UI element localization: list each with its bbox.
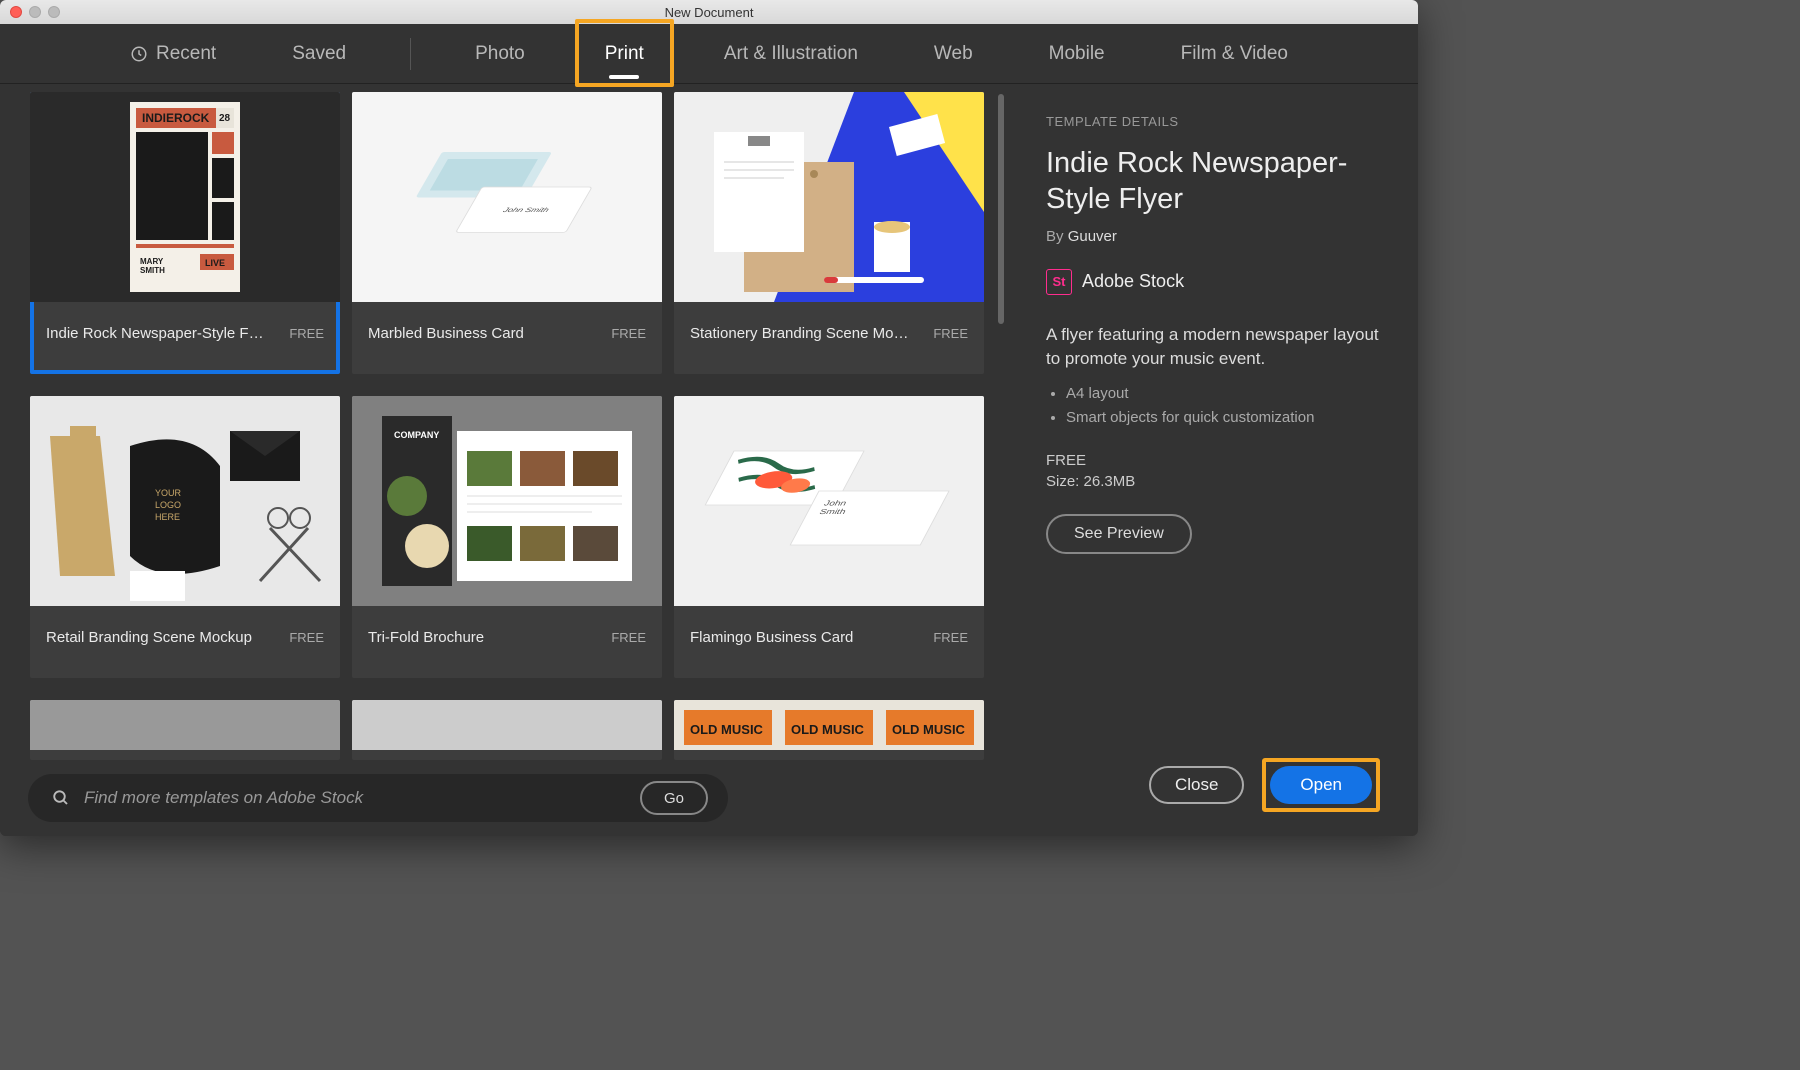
tab-label: Art & Illustration: [724, 43, 858, 65]
details-footer: Close Open: [1149, 758, 1380, 812]
template-title: Indie Rock Newspaper-Style Flyer: [46, 325, 266, 342]
tab-label: Photo: [475, 43, 525, 65]
search-bar: Find more templates on Adobe Stock Go: [0, 760, 1008, 836]
details-label: TEMPLATE DETAILS: [1046, 114, 1380, 129]
template-thumb: [30, 700, 340, 750]
template-card[interactable]: John Smith Flamingo Business Card FREE: [674, 396, 984, 678]
template-card[interactable]: INDIEROCK 28 MARY SMITH: [30, 92, 340, 374]
tab-print[interactable]: Print: [593, 37, 656, 71]
details-author: By Guuver: [1046, 228, 1380, 245]
details-bullets: A4 layout Smart objects for quick custom…: [1046, 382, 1380, 430]
template-thumb: John Smith: [674, 396, 984, 606]
search-field[interactable]: Find more templates on Adobe Stock Go: [28, 774, 728, 822]
open-button-highlight: Open: [1262, 758, 1380, 812]
template-details-panel: TEMPLATE DETAILS Indie Rock Newspaper-St…: [1008, 84, 1418, 836]
tab-separator: [410, 38, 411, 70]
template-thumb: [352, 700, 662, 750]
search-icon: [52, 789, 70, 807]
template-card[interactable]: [352, 700, 662, 760]
minimize-window-icon: [29, 6, 41, 18]
tab-label: Print: [605, 43, 644, 65]
go-button[interactable]: Go: [640, 781, 708, 815]
adobe-stock-row[interactable]: St Adobe Stock: [1046, 269, 1380, 295]
template-card[interactable]: Stationery Branding Scene Mock… FREE: [674, 92, 984, 374]
bullet-item: A4 layout: [1066, 382, 1380, 406]
window-title: New Document: [665, 5, 754, 20]
svg-text:Smith: Smith: [818, 508, 848, 516]
tab-recent[interactable]: Recent: [118, 37, 228, 71]
traffic-lights: [10, 6, 60, 18]
open-button[interactable]: Open: [1270, 766, 1372, 804]
svg-text:28: 28: [219, 113, 231, 124]
tab-art-illustration[interactable]: Art & Illustration: [712, 37, 870, 71]
template-title: Tri-Fold Brochure: [368, 629, 484, 646]
tab-mobile[interactable]: Mobile: [1037, 37, 1117, 71]
tab-label: Mobile: [1049, 43, 1105, 65]
search-placeholder: Find more templates on Adobe Stock: [84, 788, 626, 808]
template-title: Flamingo Business Card: [690, 629, 853, 646]
bullet-item: Smart objects for quick customization: [1066, 406, 1380, 430]
template-card[interactable]: YOUR LOGO HERE: [30, 396, 340, 678]
adobe-stock-icon: St: [1046, 269, 1072, 295]
tab-print-highlight: Print: [575, 19, 674, 87]
template-badge: FREE: [611, 630, 646, 645]
tab-web[interactable]: Web: [922, 37, 985, 71]
category-tabs: Recent Saved Photo Print Art & Illustrat…: [0, 24, 1418, 84]
details-price: FREE: [1046, 452, 1380, 469]
tab-label: Web: [934, 43, 973, 65]
template-thumb: OLD MUSIC OLD MUSIC OLD MUSIC: [674, 700, 984, 750]
svg-text:OLD MUSIC: OLD MUSIC: [892, 722, 966, 737]
template-badge: FREE: [289, 326, 324, 341]
details-size: Size: 26.3MB: [1046, 473, 1380, 490]
template-card[interactable]: John Smith Marbled Business Card FREE: [352, 92, 662, 374]
see-preview-button[interactable]: See Preview: [1046, 514, 1192, 554]
template-thumb: INDIEROCK 28 MARY SMITH: [30, 92, 340, 302]
clock-icon: [130, 45, 148, 63]
template-badge: FREE: [933, 326, 968, 341]
gallery-scrollbar[interactable]: [998, 94, 1004, 744]
template-badge: FREE: [933, 630, 968, 645]
close-window-icon[interactable]: [10, 6, 22, 18]
titlebar: New Document: [0, 0, 1418, 24]
svg-text:SMITH: SMITH: [140, 266, 165, 275]
svg-text:John: John: [823, 499, 849, 507]
details-title: Indie Rock Newspaper-Style Flyer: [1046, 145, 1380, 218]
svg-text:COMPANY: COMPANY: [394, 430, 439, 440]
svg-text:MARY: MARY: [140, 257, 164, 266]
tab-label: Recent: [156, 43, 216, 65]
template-title: Stationery Branding Scene Mock…: [690, 325, 910, 342]
template-thumb: [674, 92, 984, 302]
svg-text:INDIEROCK: INDIEROCK: [142, 111, 210, 125]
template-card[interactable]: COMPANY: [352, 396, 662, 678]
template-card[interactable]: OLD MUSIC OLD MUSIC OLD MUSIC: [674, 700, 984, 760]
tab-label: Saved: [292, 43, 346, 65]
close-button[interactable]: Close: [1149, 766, 1244, 804]
template-title: Marbled Business Card: [368, 325, 524, 342]
svg-text:LIVE: LIVE: [205, 258, 225, 268]
template-thumb: COMPANY: [352, 396, 662, 606]
template-badge: FREE: [611, 326, 646, 341]
template-gallery: INDIEROCK 28 MARY SMITH: [0, 84, 1008, 760]
details-description: A flyer featuring a modern newspaper lay…: [1046, 323, 1380, 372]
tab-photo[interactable]: Photo: [463, 37, 537, 71]
template-badge: FREE: [289, 630, 324, 645]
svg-text:YOUR: YOUR: [155, 488, 182, 498]
svg-text:LOGO: LOGO: [155, 500, 181, 510]
template-card[interactable]: [30, 700, 340, 760]
tab-label: Film & Video: [1181, 43, 1288, 65]
template-thumb: John Smith: [352, 92, 662, 302]
svg-text:John Smith: John Smith: [500, 207, 551, 214]
svg-text:HERE: HERE: [155, 512, 180, 522]
tab-film-video[interactable]: Film & Video: [1169, 37, 1300, 71]
tab-saved[interactable]: Saved: [280, 37, 358, 71]
zoom-window-icon: [48, 6, 60, 18]
scrollbar-thumb[interactable]: [998, 94, 1004, 324]
svg-text:OLD MUSIC: OLD MUSIC: [791, 722, 865, 737]
adobe-stock-label: Adobe Stock: [1082, 271, 1184, 292]
svg-text:OLD MUSIC: OLD MUSIC: [690, 722, 764, 737]
template-thumb: YOUR LOGO HERE: [30, 396, 340, 606]
template-title: Retail Branding Scene Mockup: [46, 629, 252, 646]
